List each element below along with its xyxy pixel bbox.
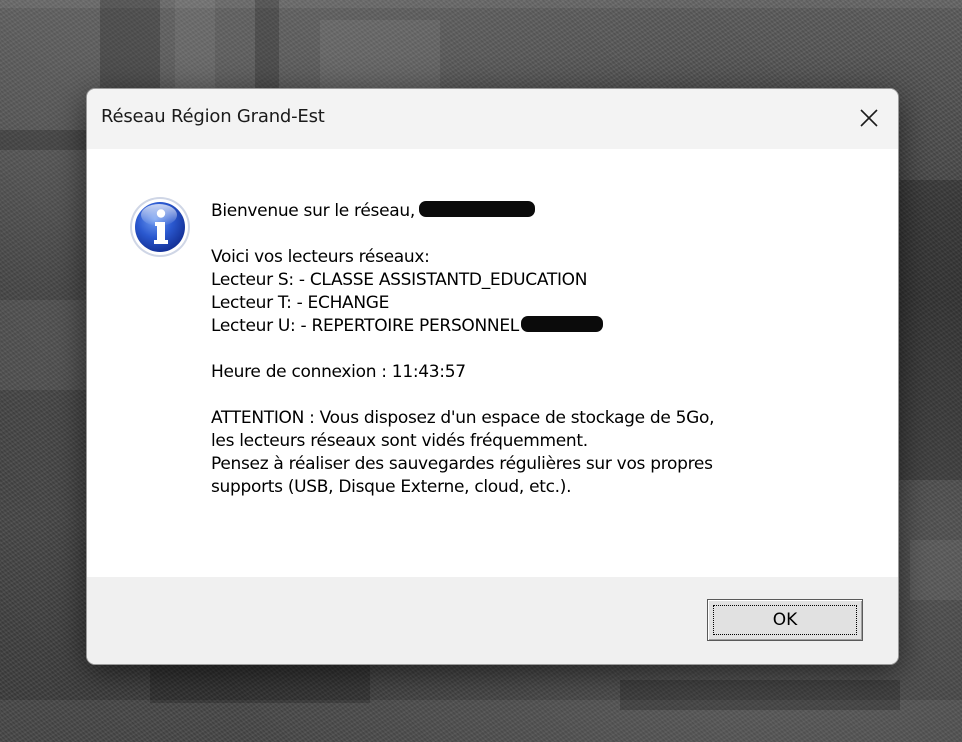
message-text: Bienvenue sur le réseau, Voici vos lecte… <box>211 200 881 499</box>
message-dialog: Réseau Région Grand-Est Bienvenue sur le… <box>86 88 899 665</box>
warning-line-2: les lecteurs réseaux sont vidés fréquemm… <box>211 431 588 451</box>
title-bar[interactable]: Réseau Région Grand-Est <box>87 89 898 149</box>
drive-u-text: Lecteur U: - REPERTOIRE PERSONNEL <box>211 316 519 336</box>
ok-button[interactable]: OK <box>707 599 863 641</box>
info-icon <box>130 197 190 257</box>
drive-t-line: Lecteur T: - ECHANGE <box>211 293 390 313</box>
dialog-footer: OK <box>87 577 898 664</box>
drive-u-line: Lecteur U: - REPERTOIRE PERSONNEL <box>211 315 881 338</box>
dialog-content: Bienvenue sur le réseau, Voici vos lecte… <box>87 149 898 577</box>
warning-line-3: Pensez à réaliser des sauvegardes réguli… <box>211 454 713 474</box>
connection-time: Heure de connexion : 11:43:57 <box>211 362 466 382</box>
welcome-text: Bienvenue sur le réseau, <box>211 201 415 221</box>
welcome-line: Bienvenue sur le réseau, <box>211 200 881 223</box>
drives-heading: Voici vos lecteurs réseaux: <box>211 247 430 267</box>
redacted-username <box>418 201 535 217</box>
ok-label: OK <box>772 610 798 630</box>
warning-line-4: supports (USB, Disque Externe, cloud, et… <box>211 477 572 497</box>
drive-s-line: Lecteur S: - CLASSE ASSISTANTD_EDUCATION <box>211 270 588 290</box>
close-button[interactable] <box>838 89 898 149</box>
window-title: Réseau Région Grand-Est <box>101 106 325 127</box>
close-icon <box>860 109 878 127</box>
redacted-folder <box>520 316 603 332</box>
warning-line-1: ATTENTION : Vous disposez d'un espace de… <box>211 408 715 428</box>
